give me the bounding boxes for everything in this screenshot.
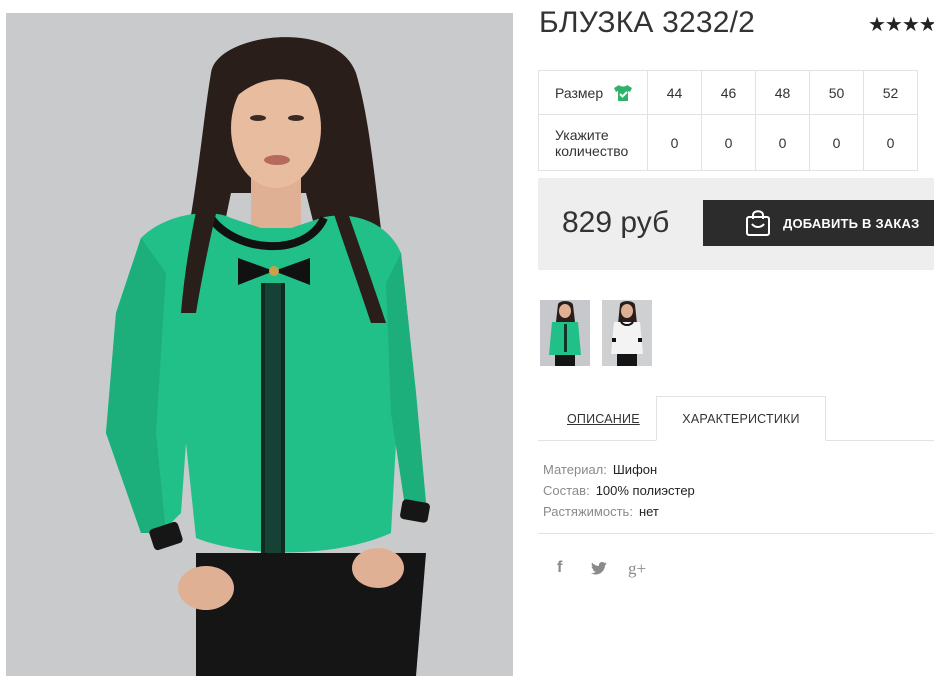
product-price: 829 руб [562, 206, 670, 239]
size-cell[interactable]: 44 [647, 70, 702, 115]
product-main-photo[interactable] [6, 13, 513, 676]
quantity-input[interactable]: 0 [809, 114, 864, 171]
spec-row-composition: Состав: 100% полиэстер [543, 480, 695, 501]
section-divider [538, 533, 934, 534]
quantity-label-line1: Укажите [555, 126, 609, 143]
rating-stars[interactable]: ★★★★★ [868, 12, 934, 34]
spec-label: Растяжимость: [543, 504, 633, 519]
facebook-icon[interactable]: f [557, 559, 562, 577]
spec-value: 100% полиэстер [595, 483, 695, 498]
product-title: БЛУЗКА 3232/2 [539, 6, 756, 39]
quantity-input[interactable]: 0 [863, 114, 918, 171]
tab-description[interactable]: ОПИСАНИЕ [567, 412, 640, 426]
googleplus-icon[interactable]: g+ [628, 559, 646, 579]
size-cell[interactable]: 50 [809, 70, 864, 115]
spec-row-stretch: Растяжимость: нет [543, 501, 695, 522]
spec-row-material: Материал: Шифон [543, 459, 695, 480]
tab-characteristics[interactable]: ХАРАКТЕРИСТИКИ [656, 396, 826, 441]
thumbnail-white-image [602, 300, 652, 366]
thumbnail-green-image [540, 300, 590, 366]
price-box: 829 руб ДОБАВИТЬ В ЗАКАЗ [538, 178, 934, 270]
size-cell[interactable]: 48 [755, 70, 810, 115]
shopping-bag-icon [746, 210, 770, 236]
quantity-input[interactable]: 0 [701, 114, 756, 171]
quantity-input[interactable]: 0 [755, 114, 810, 171]
thumbnail-white[interactable] [602, 300, 652, 366]
quantity-header-cell: Укажите количество [538, 114, 648, 171]
add-to-order-button[interactable]: ДОБАВИТЬ В ЗАКАЗ [703, 200, 934, 246]
size-cell[interactable]: 52 [863, 70, 918, 115]
spec-label: Материал: [543, 462, 607, 477]
size-header-cell: Размер [538, 70, 648, 115]
spec-value: нет [638, 504, 659, 519]
tshirt-check-icon [614, 84, 633, 101]
quantity-input[interactable]: 0 [647, 114, 702, 171]
twitter-icon[interactable] [591, 562, 607, 580]
size-table: Размер 44 46 48 50 52 Укажите количество… [538, 70, 918, 171]
twitter-bird-shape [591, 562, 607, 575]
size-cell[interactable]: 46 [701, 70, 756, 115]
quantity-label-line2: количество [555, 142, 629, 159]
spec-label: Состав: [543, 483, 590, 498]
size-row: Размер 44 46 48 50 52 [538, 70, 918, 115]
size-header-label: Размер [555, 84, 604, 101]
add-to-order-label: ДОБАВИТЬ В ЗАКАЗ [783, 215, 920, 231]
characteristics-list: Материал: Шифон Состав: 100% полиэстер Рас… [543, 459, 695, 522]
product-photo-illustration [6, 13, 513, 676]
thumbnail-green[interactable] [540, 300, 590, 366]
spec-value: Шифон [612, 462, 658, 477]
quantity-row: Укажите количество 0 0 0 0 0 [538, 114, 918, 171]
